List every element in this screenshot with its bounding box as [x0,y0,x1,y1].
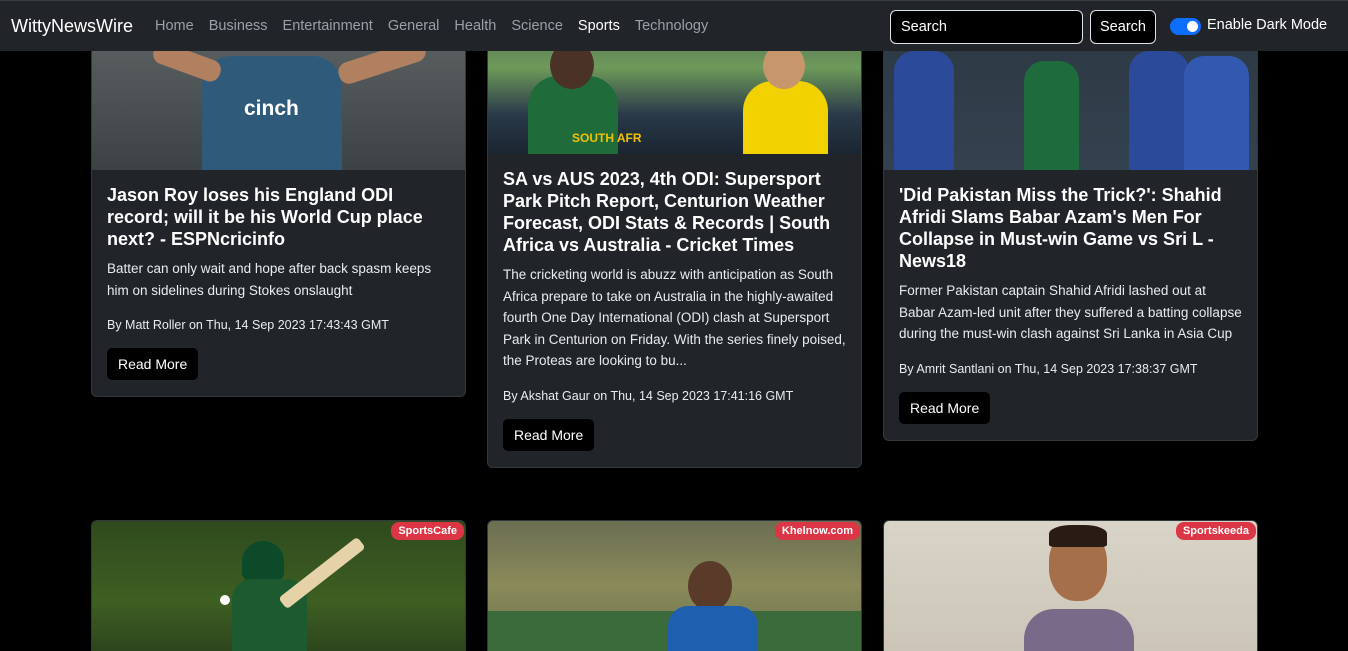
article-meta: By Akshat Gaur on Thu, 14 Sep 2023 17:41… [503,388,794,403]
read-more-button[interactable]: Read More [899,391,991,424]
article-description: Former Pakistan captain Shahid Afridi la… [899,283,1242,341]
nav-links: Home Business Entertainment General Heal… [155,18,723,34]
nav-link-entertainment[interactable]: Entertainment [283,18,373,34]
news-card: SportsCafe [91,520,466,651]
source-badge: Khelnow.com [774,522,860,540]
news-card: Khelnow.com [487,520,862,651]
source-badge: SportsCafe [391,522,464,540]
nav-link-general[interactable]: General [388,18,440,34]
article-title[interactable]: SA vs AUS 2023, 4th ODI: Supersport Park… [503,168,846,256]
article-description: Batter can only wait and hope after back… [107,261,432,298]
dark-mode-toggle[interactable] [1170,18,1201,35]
read-more-button[interactable]: Read More [107,348,199,380]
article-image [488,521,861,651]
article-meta: By Amrit Santlani on Thu, 14 Sep 2023 17… [899,361,1198,376]
nav-link-business[interactable]: Business [209,18,268,34]
article-image [92,521,465,651]
article-image [884,521,1257,651]
nav-link-health[interactable]: Health [454,18,496,34]
nav-link-technology[interactable]: Technology [635,18,708,34]
article-description: The cricketing world is abuzz with antic… [503,267,846,368]
search-button[interactable]: Search [1090,10,1156,44]
article-meta: By Matt Roller on Thu, 14 Sep 2023 17:43… [107,318,389,332]
nav-link-sports[interactable]: Sports [578,18,620,34]
nav-link-home[interactable]: Home [155,18,194,34]
navbar: WittyNewsWire Home Business Entertainmen… [0,0,1348,51]
jersey-text: SOUTH AFR [572,131,642,145]
search-input[interactable] [890,10,1083,44]
news-card: cinch Jason Roy loses his England ODI re… [91,20,466,397]
article-title[interactable]: 'Did Pakistan Miss the Trick?': Shahid A… [899,184,1242,272]
article-title[interactable]: Jason Roy loses his England ODI record; … [107,184,450,250]
news-card: Sportskeeda [883,520,1258,651]
read-more-button[interactable]: Read More [503,418,595,451]
dark-mode-label: Enable Dark Mode [1207,17,1328,33]
news-card: 'Did Pakistan Miss the Trick?': Shahid A… [883,20,1258,441]
news-card: SOUTH AFR SA vs AUS 2023, 4th ODI: Super… [487,20,862,468]
brand-logo[interactable]: WittyNewsWire [11,16,133,37]
source-badge: Sportskeeda [1175,522,1256,540]
nav-link-science[interactable]: Science [511,18,563,34]
sponsor-logo: cinch [244,97,299,120]
